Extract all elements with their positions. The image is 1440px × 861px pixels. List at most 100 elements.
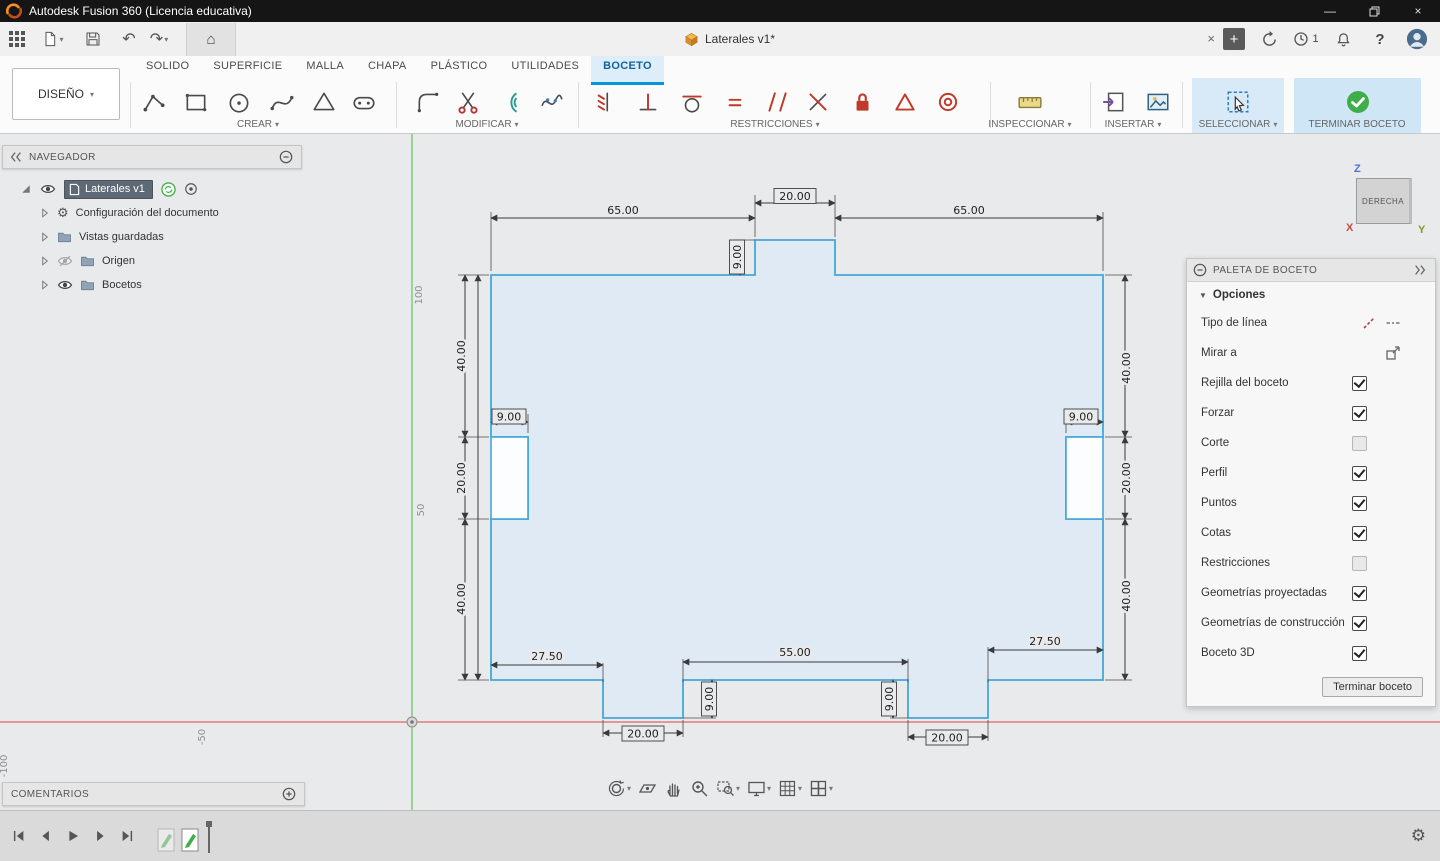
- collapse-right-icon[interactable]: [1413, 263, 1427, 277]
- coincident-constraint-tool[interactable]: [588, 86, 620, 118]
- dimension-label[interactable]: 40.00: [1118, 350, 1136, 387]
- dimension-label[interactable]: 20.00: [621, 725, 665, 742]
- help-button[interactable]: ?: [1367, 25, 1393, 53]
- navigator-item-sketches[interactable]: Bocetos: [2, 273, 302, 297]
- dimension-label[interactable]: 9.00: [881, 681, 897, 717]
- eye-off-icon[interactable]: [57, 255, 73, 267]
- insert-tool[interactable]: [1098, 86, 1130, 118]
- eye-icon[interactable]: [40, 183, 56, 195]
- display-settings-button[interactable]: ▾: [747, 779, 771, 798]
- left-notch[interactable]: [490, 436, 529, 520]
- sketch-feature-icon[interactable]: [180, 827, 200, 853]
- projected-geometry-checkbox[interactable]: [1352, 585, 1367, 601]
- points-checkbox[interactable]: [1352, 495, 1367, 511]
- timeline-settings-gear-icon[interactable]: ⚙: [1411, 826, 1426, 846]
- profile-checkbox[interactable]: [1352, 465, 1367, 481]
- line-tool[interactable]: [138, 86, 170, 118]
- timeline-step-back-button[interactable]: [35, 825, 57, 847]
- dimension-label[interactable]: 65.00: [605, 202, 642, 220]
- slice-checkbox[interactable]: [1352, 435, 1367, 451]
- tab-solido[interactable]: SOLIDO: [134, 56, 201, 82]
- offset-tool[interactable]: [494, 86, 526, 118]
- dimension-label[interactable]: 40.00: [1118, 578, 1136, 615]
- dimension-label[interactable]: 9.00: [1063, 408, 1099, 425]
- slot-tool[interactable]: [348, 86, 380, 118]
- polygon-tool[interactable]: [308, 86, 340, 118]
- target-icon[interactable]: [184, 182, 198, 196]
- file-menu-button[interactable]: ▾: [40, 25, 66, 53]
- palette-section-options[interactable]: ▼ Opciones: [1187, 282, 1435, 308]
- vertical-horizontal-constraint-tool[interactable]: [632, 86, 664, 118]
- modificar-group-label[interactable]: MODIFICAR ▾: [455, 119, 518, 130]
- viewcube-face[interactable]: DERECHA: [1356, 178, 1412, 224]
- equal-constraint-tool[interactable]: [719, 86, 751, 118]
- dimension-label[interactable]: 27.50: [1027, 633, 1064, 651]
- centerline-icon[interactable]: [1385, 315, 1401, 331]
- notifications-button[interactable]: [1330, 25, 1356, 53]
- navigator-root-row[interactable]: Laterales v1: [2, 177, 302, 201]
- tab-chapa[interactable]: CHAPA: [356, 56, 419, 82]
- construction-line-icon[interactable]: [1361, 315, 1377, 331]
- navigator-item-saved-views[interactable]: Vistas guardadas: [2, 225, 302, 249]
- rectangle-tool[interactable]: [180, 86, 212, 118]
- midpoint-constraint-tool[interactable]: [889, 86, 921, 118]
- fix-constraint-tool[interactable]: [846, 86, 878, 118]
- dimension-label[interactable]: 27.50: [529, 648, 566, 666]
- dimension-label[interactable]: 40.00: [453, 581, 471, 618]
- fit-curves-tool[interactable]: [536, 86, 568, 118]
- dimension-label[interactable]: 9.00: [491, 408, 527, 425]
- tab-utilidades[interactable]: UTILIDADES: [499, 56, 591, 82]
- job-status-button[interactable]: [1256, 25, 1282, 53]
- origin-point[interactable]: [406, 716, 418, 728]
- grid-snap-button[interactable]: ▾: [778, 779, 802, 798]
- timeline-marker[interactable]: [204, 821, 214, 853]
- fit-button[interactable]: ▾: [716, 779, 740, 798]
- insertar-group-label[interactable]: INSERTAR ▾: [1105, 119, 1162, 130]
- tab-superficie[interactable]: SUPERFICIE: [201, 56, 294, 82]
- timeline-skip-start-button[interactable]: [8, 825, 30, 847]
- circle-minus-icon[interactable]: [1193, 263, 1207, 277]
- design-workspace-menu[interactable]: DISEÑO ▾: [12, 68, 120, 120]
- right-notch[interactable]: [1065, 436, 1104, 520]
- navigator-item-origin[interactable]: Origen: [2, 249, 302, 273]
- sketch-3d-checkbox[interactable]: [1352, 645, 1367, 661]
- expand-arrow-icon[interactable]: [40, 207, 50, 219]
- navigator-item-document-settings[interactable]: ⚙ Configuración del documento: [2, 201, 302, 225]
- crear-group-label[interactable]: CREAR ▾: [237, 119, 279, 130]
- expand-arrow-icon[interactable]: [40, 231, 50, 243]
- viewports-button[interactable]: ▾: [809, 779, 833, 798]
- redo-button[interactable]: ↷ ▾: [146, 25, 172, 53]
- account-button[interactable]: [1404, 25, 1430, 53]
- expand-arrow-icon[interactable]: [40, 255, 50, 267]
- look-at-icon[interactable]: [1385, 345, 1401, 361]
- construction-geometry-checkbox[interactable]: [1352, 615, 1367, 631]
- fillet-tool[interactable]: [412, 86, 444, 118]
- eye-icon[interactable]: [57, 279, 73, 291]
- dimension-label[interactable]: 40.00: [453, 338, 471, 375]
- document-tab[interactable]: Laterales v1* ×: [236, 23, 1223, 56]
- snap-checkbox[interactable]: [1352, 405, 1367, 421]
- terminar-boceto-label[interactable]: TERMINAR BOCETO: [1308, 119, 1405, 130]
- tab-boceto[interactable]: BOCETO: [591, 56, 664, 85]
- zoom-button[interactable]: [690, 779, 709, 798]
- inspeccionar-group-label[interactable]: INSPECCIONAR ▾: [988, 119, 1071, 130]
- look-at-button[interactable]: [638, 779, 657, 798]
- timeline-play-button[interactable]: [62, 825, 84, 847]
- sketch-grid-checkbox[interactable]: [1352, 375, 1367, 391]
- timeline-step-forward-button[interactable]: [89, 825, 111, 847]
- insert-image-tool[interactable]: [1142, 86, 1174, 118]
- data-panel-button[interactable]: [4, 25, 30, 53]
- concentric-constraint-tool[interactable]: [932, 86, 964, 118]
- restore-button[interactable]: [1352, 0, 1396, 22]
- save-button[interactable]: [80, 25, 106, 53]
- perpendicular-constraint-tool[interactable]: [802, 86, 834, 118]
- dimension-label[interactable]: 20.00: [453, 460, 471, 497]
- timeline-skip-end-button[interactable]: [116, 825, 138, 847]
- dimension-label[interactable]: 20.00: [773, 188, 817, 204]
- finish-sketch-palette-button[interactable]: Terminar boceto: [1322, 677, 1423, 697]
- finish-sketch-button[interactable]: [1342, 86, 1374, 118]
- circle-minus-icon[interactable]: [279, 150, 293, 164]
- activity-button[interactable]: 1: [1293, 25, 1319, 53]
- sketch-feature-icon[interactable]: [156, 827, 176, 853]
- circle-tool[interactable]: [223, 86, 255, 118]
